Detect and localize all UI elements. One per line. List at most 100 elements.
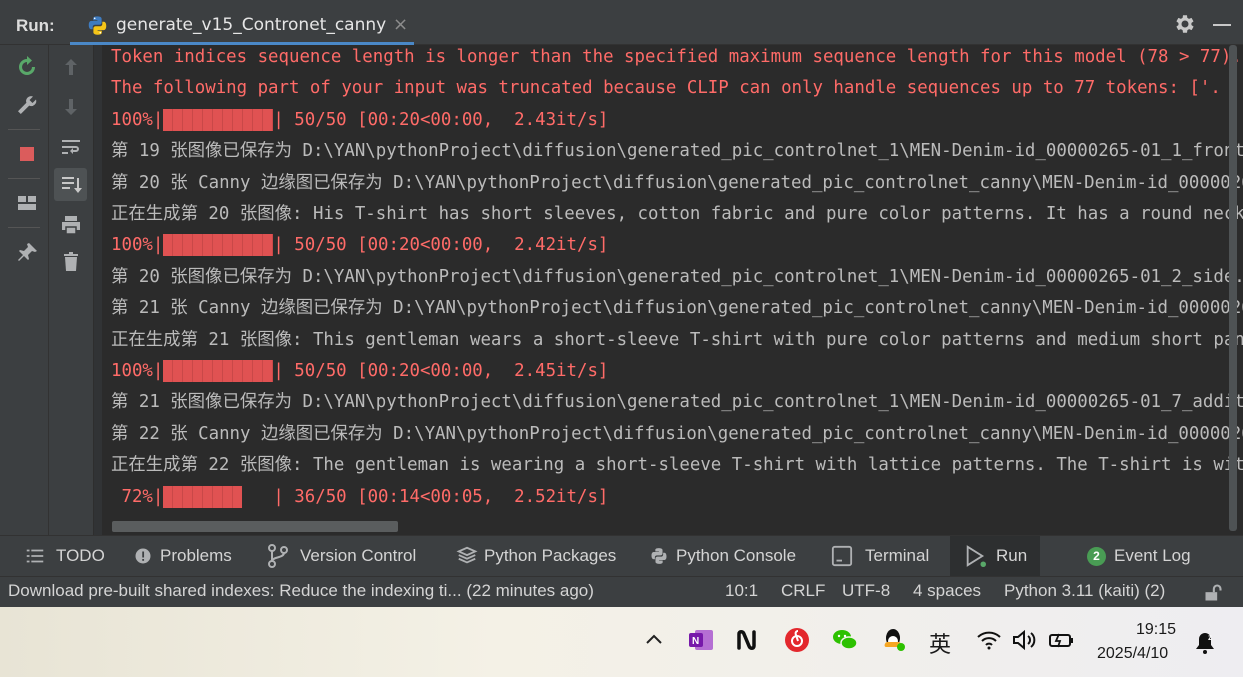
tab-python-console[interactable]: Python Console <box>650 536 796 576</box>
progress-stats: | 50/50 [00:20<00:00, 2.45it/s] <box>273 361 609 381</box>
unlock-icon[interactable] <box>1203 583 1223 603</box>
python-icon <box>88 16 107 35</box>
volume-icon[interactable] <box>1010 626 1038 654</box>
tab-todo[interactable]: TODO <box>24 536 105 576</box>
console-output-line: 第 21 张图像已保存为 D:\YAN\pythonProject\diffus… <box>111 392 1243 413</box>
top-strip <box>0 0 1243 8</box>
console-output[interactable]: Token indices sequence length is longer … <box>94 45 1243 535</box>
progress-stats: | 36/50 [00:14<00:05, 2.52it/s] <box>273 486 609 507</box>
progress-percent: 72%| <box>111 486 164 507</box>
console-output-line: 正在生成第 22 张图像: The gentleman is wearing a… <box>111 455 1243 476</box>
tab-terminal[interactable]: Terminal <box>831 536 929 576</box>
tab-todo-label: TODO <box>56 546 105 565</box>
close-tab-icon[interactable]: × <box>393 14 408 35</box>
progress-bar-fill <box>163 234 274 257</box>
indent-setting[interactable]: 4 spaces <box>913 581 981 601</box>
tab-version-control-label: Version Control <box>300 546 417 565</box>
tab-problems[interactable]: Problems <box>134 536 232 576</box>
event-log-badge: 2 <box>1087 546 1106 566</box>
notification-icon[interactable]: z <box>1191 629 1219 657</box>
run-tool-window-header: Run: generate_v15_Contronet_canny × <box>0 8 1243 45</box>
print-icon[interactable] <box>59 213 83 237</box>
tab-run[interactable]: Run <box>950 536 1040 576</box>
trash-icon[interactable] <box>59 250 83 274</box>
ime-indicator[interactable]: 英 <box>929 627 951 659</box>
up-arrow-icon[interactable] <box>59 55 83 79</box>
python-icon <box>651 548 667 564</box>
vcs-icon <box>268 544 288 568</box>
onenote-icon[interactable]: N <box>687 626 715 654</box>
soft-wrap-icon[interactable] <box>59 135 83 159</box>
progress-line: 72%| | 36/50 [00:14<00:05, 2.52it/s] <box>111 485 609 508</box>
toolbar-divider <box>8 129 40 130</box>
progress-percent: 100%| <box>111 235 164 256</box>
tab-python-console-label: Python Console <box>676 546 797 565</box>
console-output-line: 第 20 张图像已保存为 D:\YAN\pythonProject\diffus… <box>111 266 1243 287</box>
progress-stats: | 50/50 [00:20<00:00, 2.42it/s] <box>273 235 609 256</box>
netease-music-icon[interactable] <box>783 626 811 654</box>
qq-icon[interactable] <box>880 626 908 654</box>
tab-python-packages[interactable]: Python Packages <box>456 536 616 576</box>
svg-text:z: z <box>1208 633 1212 642</box>
console-output-line: 第 19 张图像已保存为 D:\YAN\pythonProject\diffus… <box>111 141 1243 162</box>
python-interpreter[interactable]: Python 3.11 (kaiti) (2) <box>1004 581 1165 601</box>
run-icon <box>966 545 986 567</box>
windows-taskbar: N 英 19:15 2025/4/10 z <box>0 607 1243 677</box>
toolbar-divider <box>8 227 40 228</box>
gear-icon[interactable] <box>1172 12 1196 36</box>
console-error-line: Token indices sequence length is longer … <box>111 47 1242 67</box>
wrench-icon[interactable] <box>15 93 39 117</box>
progress-percent: 100%| <box>111 109 164 130</box>
tab-event-log[interactable]: 2 Event Log <box>1087 536 1191 576</box>
app-n-icon[interactable] <box>735 626 763 654</box>
clock-time[interactable]: 19:15 <box>1136 621 1176 639</box>
run-config-tab[interactable]: generate_v15_Contronet_canny × <box>70 8 414 45</box>
tab-python-packages-label: Python Packages <box>484 546 617 565</box>
wechat-icon[interactable] <box>831 626 859 654</box>
rerun-icon[interactable] <box>15 55 39 79</box>
console-output-line: 第 20 张 Canny 边缘图已保存为 D:\YAN\pythonProjec… <box>111 172 1243 193</box>
toolbar-divider <box>8 178 40 179</box>
scroll-to-end-icon[interactable] <box>59 173 83 197</box>
battery-icon[interactable] <box>1047 626 1075 654</box>
progress-bar-fill <box>163 485 243 508</box>
wifi-icon[interactable] <box>975 626 1003 654</box>
clock-date[interactable]: 2025/4/10 <box>1097 645 1168 663</box>
terminal-icon <box>831 545 853 567</box>
line-separator[interactable]: CRLF <box>781 581 825 601</box>
tab-version-control[interactable]: Version Control <box>266 536 416 576</box>
run-toolbar-primary <box>0 45 49 535</box>
console-output-line: 正在生成第 20 张图像: His T-shirt has short slee… <box>111 204 1243 224</box>
minimize-icon[interactable] <box>1213 24 1231 26</box>
progress-bar <box>163 360 274 382</box>
progress-line: 100%| | 50/50 [00:20<00:00, 2.43it/s] <box>111 108 609 131</box>
progress-line: 100%| | 50/50 [00:20<00:00, 2.45it/s] <box>111 360 608 382</box>
run-toolbar-secondary <box>49 45 94 535</box>
status-message[interactable]: Download pre-built shared indexes: Reduc… <box>8 581 594 601</box>
console-output-line: 第 22 张 Canny 边缘图已保存为 D:\YAN\pythonProjec… <box>111 423 1243 444</box>
caret-position[interactable]: 10:1 <box>725 581 758 601</box>
layout-icon[interactable] <box>15 191 39 215</box>
progress-percent: 100%| <box>111 361 164 381</box>
progress-bar <box>163 485 273 508</box>
list-icon <box>26 549 44 563</box>
progress-bar-fill <box>163 360 274 382</box>
tab-terminal-label: Terminal <box>865 546 930 565</box>
packages-icon <box>456 546 478 564</box>
progress-stats: | 50/50 [00:20<00:00, 2.43it/s] <box>273 109 609 130</box>
progress-bar <box>163 234 274 257</box>
problems-icon <box>135 548 151 564</box>
progress-line: 100%| | 50/50 [00:20<00:00, 2.42it/s] <box>111 234 609 257</box>
console-output-line: 第 21 张 Canny 边缘图已保存为 D:\YAN\pythonProjec… <box>111 298 1243 319</box>
down-arrow-icon[interactable] <box>59 95 83 119</box>
progress-bar <box>163 108 274 131</box>
pin-icon[interactable] <box>15 241 39 265</box>
stop-icon[interactable] <box>15 142 39 166</box>
chevron-up-icon[interactable] <box>640 626 668 654</box>
file-encoding[interactable]: UTF-8 <box>842 581 890 601</box>
tab-problems-label: Problems <box>160 546 232 565</box>
tab-run-label: Run <box>996 546 1028 565</box>
horizontal-scrollbar[interactable] <box>112 521 398 532</box>
console-error-line: The following part of your input was tru… <box>111 78 1221 99</box>
vertical-scrollbar[interactable] <box>1229 45 1237 531</box>
